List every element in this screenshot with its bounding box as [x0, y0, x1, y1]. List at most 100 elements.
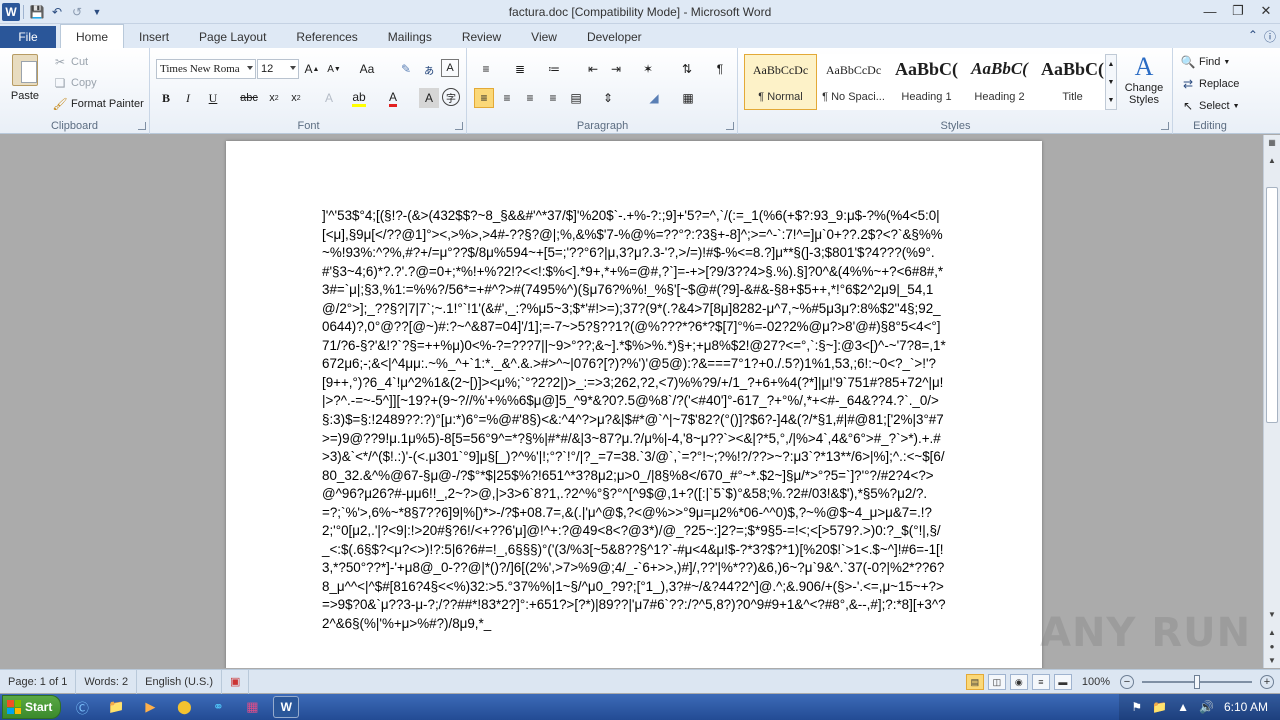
chrome-icon[interactable]: ⬤ — [171, 696, 197, 718]
distributed-button[interactable]: ▤ — [566, 88, 586, 108]
document-page[interactable]: ]'^'53$°4;[(§!?-(&>(432$$?~8_§&&#'^*37/$… — [226, 141, 1042, 668]
media-player-icon[interactable]: ▶ — [137, 696, 163, 718]
close-button[interactable]: ✕ — [1252, 0, 1280, 22]
bullets-button[interactable]: ≡ — [476, 59, 496, 79]
redo-icon[interactable]: ↺ — [67, 2, 87, 22]
tab-home[interactable]: Home — [60, 24, 125, 48]
decrease-indent-button[interactable]: ⇤ — [583, 59, 603, 79]
folder-icon[interactable]: 📁 — [1152, 700, 1167, 714]
enclose-characters-button[interactable]: 字 — [442, 88, 460, 106]
style-title[interactable]: AaBbC( Title — [1036, 54, 1109, 110]
text-effects-button[interactable]: A — [319, 88, 339, 108]
volume-icon[interactable]: 🔊 — [1199, 700, 1214, 714]
shading-button[interactable]: ◢ — [644, 88, 664, 108]
scroll-down-button[interactable]: ▼ — [1264, 607, 1280, 621]
edge-icon[interactable]: ⚭ — [205, 696, 231, 718]
underline-button[interactable]: U — [203, 88, 223, 108]
draft-view-button[interactable]: ▬ — [1053, 674, 1072, 690]
undo-icon[interactable]: ↶ — [47, 2, 67, 22]
styles-dialog-launcher[interactable] — [1161, 122, 1169, 130]
ruler-toggle-icon[interactable]: ▦ — [1264, 135, 1280, 149]
zoom-out-button[interactable]: − — [1120, 675, 1134, 689]
align-left-button[interactable]: ≡ — [474, 88, 494, 108]
asian-layout-button[interactable]: ✶ — [638, 59, 658, 79]
font-color-button[interactable]: A — [383, 88, 403, 108]
line-spacing-button[interactable]: ⇕ — [598, 88, 618, 108]
print-layout-view-button[interactable]: ▤ — [965, 674, 984, 690]
multilevel-list-button[interactable]: ≔ — [544, 59, 564, 79]
page-count[interactable]: Page: 1 of 1 — [0, 669, 77, 694]
outline-view-button[interactable]: ≡ — [1031, 674, 1050, 690]
paste-button[interactable]: Paste — [8, 54, 42, 102]
word-count[interactable]: Words: 2 — [76, 669, 138, 694]
zoom-slider-knob[interactable] — [1194, 675, 1200, 689]
tab-references[interactable]: References — [281, 26, 372, 48]
word-app-icon[interactable]: W — [2, 2, 20, 21]
style-normal[interactable]: AaBbCcDc ¶ Normal — [744, 54, 817, 110]
internet-explorer-icon[interactable]: Ⓒ — [69, 696, 95, 718]
change-case-button[interactable]: Aa — [357, 59, 377, 79]
scroll-up-button[interactable]: ▲ — [1264, 153, 1280, 167]
word-taskbar-icon[interactable]: W — [273, 696, 300, 718]
zoom-level[interactable]: 100% — [1082, 676, 1110, 688]
style-heading-2[interactable]: AaBbC( Heading 2 — [963, 54, 1036, 110]
justify-button[interactable]: ≡ — [543, 88, 563, 108]
macro-recording-icon[interactable]: ▣ — [222, 669, 250, 694]
strikethrough-button[interactable]: abc — [239, 88, 259, 108]
font-dialog-launcher[interactable] — [455, 122, 463, 130]
tab-mailings[interactable]: Mailings — [373, 26, 447, 48]
italic-button[interactable]: I — [178, 88, 198, 108]
web-layout-button[interactable]: ◉ — [1009, 674, 1028, 690]
show-formatting-button[interactable]: ¶ — [710, 59, 730, 79]
align-right-button[interactable]: ≡ — [520, 88, 540, 108]
style-heading-1[interactable]: AaBbC( Heading 1 — [890, 54, 963, 110]
increase-indent-button[interactable]: ⇥ — [606, 59, 626, 79]
scrollbar-thumb[interactable] — [1266, 187, 1278, 423]
grow-font-button[interactable]: A ▲ — [302, 59, 322, 79]
clipboard-dialog-launcher[interactable] — [138, 122, 146, 130]
select-browse-object-button[interactable]: ● — [1264, 639, 1280, 653]
minimize-button[interactable]: — — [1196, 0, 1224, 22]
next-page-button[interactable]: ▼ — [1264, 653, 1280, 667]
numbering-button[interactable]: ≣ — [510, 59, 530, 79]
minimize-ribbon-icon[interactable]: ⌃ — [1248, 28, 1258, 45]
copy-button[interactable]: ❏ Copy — [52, 75, 97, 91]
language-indicator[interactable]: English (U.S.) — [137, 669, 222, 694]
borders-button[interactable]: ▦ — [678, 88, 698, 108]
font-name-combo[interactable]: Times New Roma — [156, 59, 256, 79]
clock[interactable]: 6:10 AM — [1224, 700, 1268, 714]
vertical-scrollbar[interactable]: ▦ ▲ ▼ ▲ ● ▼ — [1263, 135, 1280, 668]
superscript-button[interactable]: x2 — [286, 88, 306, 108]
paragraph-dialog-launcher[interactable] — [726, 122, 734, 130]
tab-view[interactable]: View — [516, 26, 572, 48]
winrar-icon[interactable]: ▦ — [239, 696, 265, 718]
font-size-combo[interactable]: 12 — [257, 59, 299, 79]
cut-button[interactable]: ✂ Cut — [52, 54, 88, 70]
tab-insert[interactable]: Insert — [124, 26, 184, 48]
tab-developer[interactable]: Developer — [572, 26, 657, 48]
character-border-icon[interactable]: A — [441, 59, 459, 77]
find-button[interactable]: 🔍 Find ▼ — [1180, 54, 1231, 70]
change-styles-button[interactable]: A Change Styles — [1121, 52, 1167, 106]
character-shading-button[interactable]: A — [419, 88, 439, 108]
flag-icon[interactable]: ⚑ — [1131, 700, 1142, 714]
previous-page-button[interactable]: ▲ — [1264, 625, 1280, 639]
tab-review[interactable]: Review — [447, 26, 516, 48]
document-body-text[interactable]: ]'^'53$°4;[(§!?-(&>(432$$?~8_§&&#'^*37/$… — [322, 207, 946, 634]
help-icon[interactable]: ⓘ — [1264, 28, 1276, 45]
save-icon[interactable]: 💾 — [27, 2, 47, 22]
replace-button[interactable]: ⇄ Replace — [1180, 76, 1239, 92]
network-icon[interactable]: ▲ — [1177, 700, 1189, 714]
tab-page-layout[interactable]: Page Layout — [184, 26, 281, 48]
clear-formatting-icon[interactable]: ✎ — [396, 59, 416, 79]
full-screen-reading-button[interactable]: ◫ — [987, 674, 1006, 690]
highlight-color-button[interactable]: ab — [349, 88, 369, 108]
subscript-button[interactable]: x2 — [264, 88, 284, 108]
select-button[interactable]: ↖ Select ▼ — [1180, 98, 1240, 114]
zoom-slider[interactable] — [1142, 675, 1252, 689]
style-no-spacing[interactable]: AaBbCcDc ¶ No Spaci... — [817, 54, 890, 110]
format-painter-button[interactable]: 🖌 Format Painter — [52, 96, 143, 112]
styles-gallery-scroll[interactable]: ▲ ▼ ▼ — [1105, 54, 1117, 110]
file-explorer-icon[interactable]: 📁 — [103, 696, 129, 718]
shrink-font-button[interactable]: A ▼ — [324, 59, 344, 79]
